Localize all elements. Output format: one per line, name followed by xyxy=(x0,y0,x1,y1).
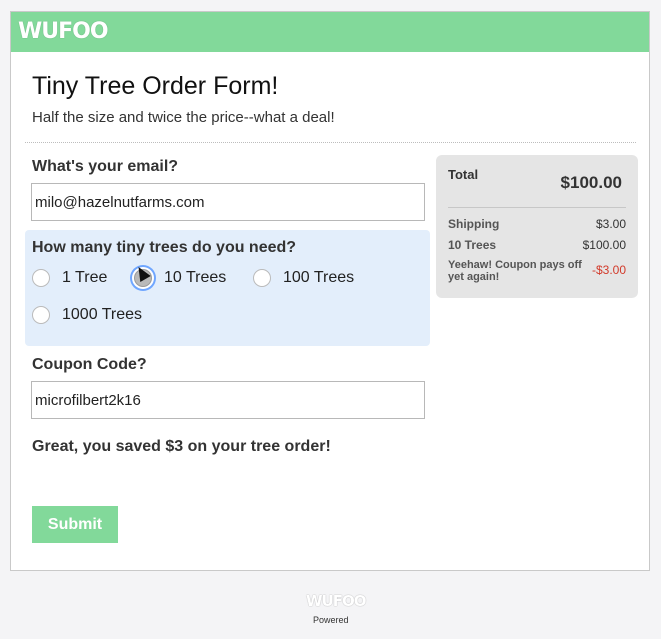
tree-quantity-group: How many tiny trees do you need? 1 Tree … xyxy=(25,230,430,346)
radio-label: 1 Tree xyxy=(62,269,108,286)
summary-row-shipping: Shipping $3.00 xyxy=(448,217,626,231)
summary-divider xyxy=(448,207,626,208)
brand-header: WUFOO xyxy=(11,12,649,52)
radio-option-1-tree[interactable]: 1 Tree xyxy=(32,269,107,287)
total-label: Total xyxy=(448,167,479,182)
divider xyxy=(25,142,636,143)
summary-coupon-label: Yeehaw! Coupon pays off yet again! xyxy=(448,259,582,283)
radio-label: 1000 Trees xyxy=(62,306,143,323)
wufoo-logo: WUFOO xyxy=(18,19,109,44)
summary-coupon-value: -$3.00 xyxy=(591,263,626,277)
summary-row-trees: 10 Trees $100.00 xyxy=(448,238,626,252)
radio-label: 100 Trees xyxy=(283,269,355,286)
footer-wufoo-logo[interactable]: WUFOO xyxy=(306,592,366,610)
radio-button[interactable] xyxy=(253,269,271,287)
submit-button[interactable]: Submit xyxy=(32,506,118,543)
tree-quantity-label: How many tiny trees do you need? xyxy=(32,239,297,256)
radio-option-100-trees[interactable]: 100 Trees xyxy=(253,269,354,287)
radio-option-1000-trees[interactable]: 1000 Trees xyxy=(32,306,142,324)
summary-row-value: $3.00 xyxy=(595,217,626,231)
summary-row-value: $100.00 xyxy=(582,238,626,252)
order-summary: Total $100.00 Shipping $3.00 10 Trees $1… xyxy=(436,155,638,298)
savings-message: Great, you saved $3 on your tree order! xyxy=(32,438,331,455)
summary-row-label: Shipping xyxy=(448,217,500,231)
summary-row-label: 10 Trees xyxy=(448,238,497,252)
form-container: WUFOO Tiny Tree Order Form! Half the siz… xyxy=(10,11,650,571)
total-value: $100.00 xyxy=(560,173,622,192)
form-title: Tiny Tree Order Form! xyxy=(32,72,279,100)
radio-button[interactable] xyxy=(32,269,50,287)
form-subtitle: Half the size and twice the price--what … xyxy=(32,109,335,126)
coupon-label: Coupon Code? xyxy=(32,356,147,373)
coupon-field[interactable] xyxy=(31,381,425,419)
radio-button[interactable] xyxy=(32,306,50,324)
radio-label: 10 Trees xyxy=(164,269,227,286)
email-field[interactable] xyxy=(31,183,425,221)
email-label: What's your email? xyxy=(32,158,179,175)
footer-powered-text: Powered xyxy=(313,615,349,625)
